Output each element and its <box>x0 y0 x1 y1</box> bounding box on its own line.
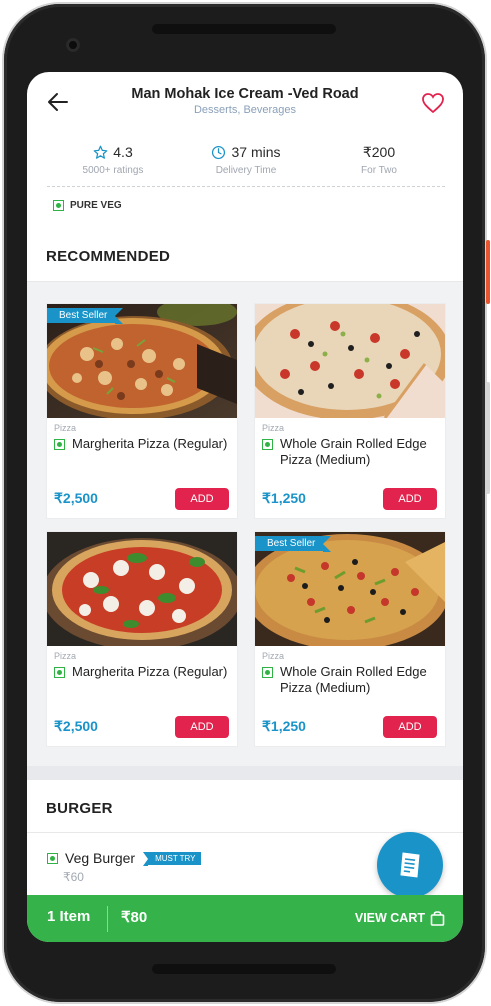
pure-veg-tag: PURE VEG <box>53 198 122 212</box>
delivery-time-label: Delivery Time <box>215 165 277 176</box>
cart-total: ₹80 <box>121 909 148 926</box>
section-separator <box>27 766 463 780</box>
cart-divider <box>107 906 108 932</box>
add-button[interactable]: ADD <box>383 488 437 510</box>
menu-card[interactable]: Pizza Margherita Pizza (Regular) ₹2,500 … <box>47 532 237 746</box>
item-name: Margherita Pizza (Regular) <box>72 664 228 679</box>
burger-list-item[interactable]: Veg Burger MUST TRY <box>47 850 201 866</box>
restaurant-cuisines: Desserts, Beverages <box>193 104 297 116</box>
section-divider <box>27 832 463 833</box>
veg-icon <box>262 439 273 450</box>
volume-button <box>486 382 490 494</box>
item-price: ₹1,250 <box>262 490 306 506</box>
restaurant-header: Man Mohak Ice Cream -Ved Road Desserts, … <box>27 72 463 132</box>
phone-camera <box>66 38 80 52</box>
item-price: ₹2,500 <box>54 490 98 506</box>
cost-for-two-value: ₹200 <box>362 143 396 160</box>
cost-stat: ₹200 For Two <box>313 142 445 177</box>
recommended-title: RECOMMENDED <box>46 248 171 265</box>
veg-icon <box>54 667 65 678</box>
item-category: Pizza <box>54 423 77 433</box>
pizza-image <box>47 532 237 646</box>
must-try-badge: MUST TRY <box>143 851 201 866</box>
veg-icon <box>53 199 64 211</box>
pure-veg-label: PURE VEG <box>70 199 122 211</box>
pizza-image: Best Seller <box>47 304 237 418</box>
rating-label: 5000+ ratings <box>82 165 144 176</box>
cost-for-two-label: For Two <box>361 165 397 176</box>
menu-book-icon <box>400 852 420 878</box>
item-price: ₹2,500 <box>54 718 98 734</box>
veg-icon <box>47 852 58 864</box>
star-icon <box>93 145 108 159</box>
recommended-grid: Best Seller Pizza Margherita Pizza (Regu… <box>27 282 463 766</box>
veg-icon <box>54 439 65 450</box>
best-seller-badge: Best Seller <box>255 536 332 552</box>
rating-stat: 4.3 5000+ ratings <box>47 142 179 176</box>
add-button[interactable]: ADD <box>383 716 437 738</box>
best-seller-badge: Best Seller <box>47 308 124 324</box>
power-button <box>486 240 490 304</box>
burger-item-price: ₹60 <box>63 870 84 884</box>
delivery-stat: 37 mins Delivery Time <box>180 142 312 176</box>
item-category: Pizza <box>262 423 285 433</box>
item-price: ₹1,250 <box>262 718 306 734</box>
burger-title: BURGER <box>46 800 113 817</box>
menu-card[interactable]: Best Seller Pizza Whole Grain Rolled Edg… <box>255 532 445 746</box>
app-screen: Man Mohak Ice Cream -Ved Road Desserts, … <box>27 72 463 942</box>
phone-speaker <box>152 24 336 34</box>
item-category: Pizza <box>54 651 77 661</box>
item-name: Margherita Pizza (Regular) <box>72 436 228 451</box>
restaurant-stats: 4.3 5000+ ratings 37 mins Delivery Time … <box>47 142 445 188</box>
bag-icon <box>430 911 445 926</box>
view-cart-button[interactable]: VIEW CART <box>355 910 445 926</box>
phone-speaker-bottom <box>152 964 336 974</box>
cart-item-count: 1 Item <box>47 908 91 925</box>
phone-frame: Man Mohak Ice Cream -Ved Road Desserts, … <box>0 0 491 1006</box>
view-cart-label: VIEW CART <box>354 911 425 925</box>
add-button[interactable]: ADD <box>175 488 229 510</box>
item-name: Whole Grain Rolled Edge Pizza (Medium) <box>280 436 427 467</box>
item-category: Pizza <box>262 651 285 661</box>
back-arrow-icon[interactable] <box>47 92 69 112</box>
menu-card[interactable]: Pizza Whole Grain Rolled Edge Pizza (Med… <box>255 304 445 518</box>
heart-icon[interactable] <box>421 92 445 114</box>
rating-value: 4.3 <box>113 144 133 160</box>
veg-icon <box>262 667 273 678</box>
restaurant-name: Man Mohak Ice Cream -Ved Road <box>131 86 359 102</box>
clock-icon <box>212 145 226 159</box>
cart-bar[interactable]: 1 Item ₹80 VIEW CART <box>27 895 463 942</box>
burger-item-name: Veg Burger <box>65 850 136 866</box>
delivery-time-value: 37 mins <box>231 144 281 160</box>
add-button[interactable]: ADD <box>175 716 229 738</box>
item-name: Whole Grain Rolled Edge Pizza (Medium) <box>280 664 427 695</box>
pizza-image: Best Seller <box>255 532 445 646</box>
menu-fab-button[interactable] <box>377 832 443 898</box>
pizza-image <box>255 304 445 418</box>
menu-card[interactable]: Best Seller Pizza Margherita Pizza (Regu… <box>47 304 237 518</box>
stats-divider <box>47 186 445 187</box>
